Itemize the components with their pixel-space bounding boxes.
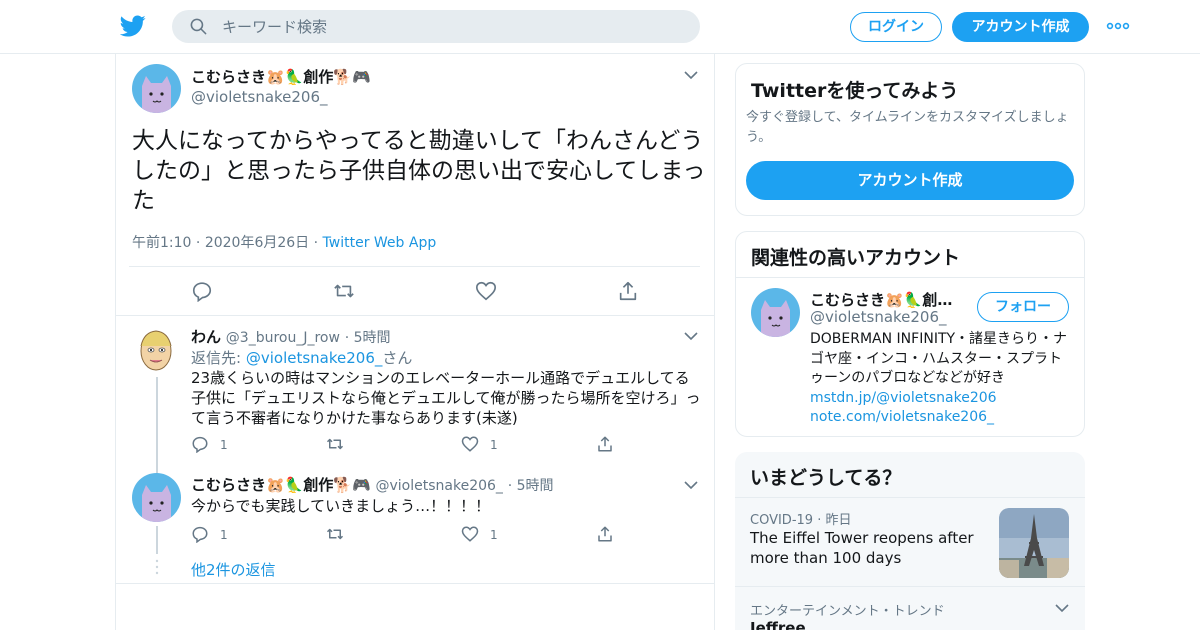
thread-line bbox=[156, 526, 158, 554]
share-icon[interactable] bbox=[617, 280, 639, 302]
retweet-icon[interactable] bbox=[333, 280, 355, 302]
like-icon bbox=[461, 436, 479, 452]
cat-avatar-icon bbox=[751, 288, 800, 337]
promo-title: Twitterを使ってみよう bbox=[751, 80, 959, 102]
search-input[interactable] bbox=[222, 10, 682, 43]
related-accounts-card: 関連性の高いアカウント こむらさき🐹🦜創… @violetsnake206_ フ… bbox=[735, 231, 1085, 437]
cat-avatar-icon bbox=[132, 473, 181, 522]
avatar[interactable] bbox=[751, 288, 800, 337]
retweet-icon bbox=[326, 528, 344, 540]
top-nav-bar: ログイン アカウント作成 bbox=[0, 0, 1200, 54]
chevron-down-icon[interactable] bbox=[684, 70, 698, 80]
reply-button[interactable]: 1 bbox=[191, 525, 251, 545]
chevron-down-icon[interactable] bbox=[684, 480, 698, 490]
thread-dots-icon bbox=[155, 559, 159, 575]
reply-icon bbox=[192, 526, 208, 543]
reply-author-handle[interactable]: @3_burou_J_row bbox=[226, 330, 340, 346]
avatar[interactable] bbox=[132, 473, 181, 522]
tweet-meta: 午前1:10 · 2020年6月26日 · Twitter Web App bbox=[132, 235, 437, 251]
trends-card: いまどうしてる？ COVID-19 · 昨日 The Eiffel Tower … bbox=[735, 452, 1085, 630]
reply-header: わん @3_burou_J_row · 5時間 bbox=[191, 328, 391, 346]
share-button[interactable] bbox=[596, 525, 620, 545]
face-avatar-icon bbox=[132, 326, 181, 375]
bio-link-mastodon[interactable]: mstdn.jp/@violetsnake206 bbox=[810, 390, 997, 406]
like-count: 1 bbox=[490, 438, 498, 452]
tweet-source[interactable]: Twitter Web App bbox=[323, 235, 437, 251]
reply-icon[interactable] bbox=[191, 280, 213, 302]
trend-item[interactable]: COVID-19 · 昨日 The Eiffel Tower reopens a… bbox=[735, 498, 1085, 586]
reply-author-name[interactable]: こむらさき🐹🦜創作🐕🎮 bbox=[191, 476, 371, 494]
chevron-down-icon[interactable] bbox=[1055, 603, 1069, 613]
divider bbox=[129, 266, 700, 267]
share-button[interactable] bbox=[596, 435, 620, 455]
reply-to-suffix: さん bbox=[382, 349, 413, 367]
signup-promo-card: Twitterを使ってみよう 今すぐ登録して、タイムラインをカスタマイズしましょ… bbox=[735, 63, 1085, 216]
trend-title: The Eiffel Tower reopens after more than… bbox=[750, 529, 974, 567]
retweet-button[interactable] bbox=[326, 525, 386, 545]
promo-description: 今すぐ登録して、タイムラインをカスタマイズしましょう。 bbox=[746, 110, 1069, 145]
reply-header: こむらさき🐹🦜創作🐕🎮 @violetsnake206_ · 5時間 bbox=[191, 476, 554, 494]
more-icon[interactable] bbox=[1106, 18, 1130, 34]
trend-category: COVID-19 · 昨日 bbox=[750, 513, 852, 528]
related-account-bio: DOBERMAN INFINITY・諸星きらり・ナゴヤ座・インコ・ハムスター・ス… bbox=[810, 330, 1072, 428]
separator bbox=[116, 315, 714, 316]
tweet-text: 大人になってからやってると勘違いして「わんさんどうしたの」と思ったら子供自体の思… bbox=[132, 128, 706, 214]
bio-link-note[interactable]: note.com/violetsnake206_ bbox=[810, 409, 994, 425]
signup-button[interactable]: アカウント作成 bbox=[952, 12, 1089, 42]
tweet-time[interactable]: 午前1:10 bbox=[132, 235, 191, 251]
reply-text: 今からでも実践していきましょう…！！！！ bbox=[191, 497, 491, 515]
trend-title: Jeffree bbox=[750, 619, 806, 630]
twitter-bird-icon[interactable] bbox=[120, 13, 146, 39]
avatar[interactable] bbox=[132, 326, 181, 375]
tweet-author-name[interactable]: こむらさき🐹🦜創作🐕🎮 bbox=[191, 66, 371, 87]
search-box[interactable] bbox=[172, 10, 700, 43]
like-icon bbox=[461, 526, 479, 542]
reply-count: 1 bbox=[220, 438, 228, 452]
tweet-date[interactable]: 2020年6月26日 bbox=[205, 235, 309, 251]
trends-title: いまどうしてる？ bbox=[750, 467, 902, 489]
follow-button[interactable]: フォロー bbox=[977, 292, 1069, 322]
related-account-handle[interactable]: @violetsnake206_ bbox=[810, 308, 947, 326]
retweet-button[interactable] bbox=[326, 435, 386, 455]
trend-item[interactable]: エンターテインメント・トレンド Jeffree bbox=[735, 587, 1085, 630]
reply-icon bbox=[192, 436, 208, 453]
cat-avatar-icon bbox=[132, 64, 181, 113]
reply-to-prefix: 返信先: bbox=[191, 349, 242, 367]
reply-author-name[interactable]: わん bbox=[191, 328, 221, 346]
tweet-author-handle[interactable]: @violetsnake206_ bbox=[191, 88, 328, 106]
reply-to-line: 返信先: @violetsnake206_さん bbox=[191, 347, 412, 368]
like-icon[interactable] bbox=[475, 280, 497, 302]
retweet-icon bbox=[326, 438, 344, 450]
reply-time[interactable]: 5時間 bbox=[517, 478, 554, 494]
like-button[interactable]: 1 bbox=[461, 435, 521, 455]
reply-button[interactable]: 1 bbox=[191, 435, 251, 455]
separator bbox=[116, 583, 714, 584]
reply-count: 1 bbox=[220, 528, 228, 542]
reply-text: 23歳くらいの時はマンションのエレベーターホール通路でデュエルしてる子供に「デュ… bbox=[191, 369, 701, 427]
search-icon bbox=[190, 18, 207, 35]
more-replies-link[interactable]: 他2件の返信 bbox=[191, 559, 276, 580]
related-title: 関連性の高いアカウント bbox=[751, 247, 961, 269]
reply-to-handle[interactable]: @violetsnake206_ bbox=[246, 349, 383, 367]
like-button[interactable]: 1 bbox=[461, 525, 521, 545]
trend-category: エンターテインメント・トレンド bbox=[750, 604, 945, 619]
related-account-name[interactable]: こむらさき🐹🦜創… bbox=[810, 289, 952, 310]
divider bbox=[736, 277, 1084, 278]
share-icon bbox=[598, 526, 612, 542]
login-button[interactable]: ログイン bbox=[850, 12, 942, 42]
main-column: こむらさき🐹🦜創作🐕🎮 @violetsnake206_ 大人になってからやって… bbox=[115, 54, 715, 630]
bio-text: DOBERMAN INFINITY・諸星きらり・ナゴヤ座・インコ・ハムスター・ス… bbox=[810, 331, 1068, 386]
reply-author-handle[interactable]: @violetsnake206_ bbox=[376, 478, 503, 494]
avatar[interactable] bbox=[132, 64, 181, 113]
share-icon bbox=[598, 436, 612, 452]
chevron-down-icon[interactable] bbox=[684, 331, 698, 341]
reply-time[interactable]: 5時間 bbox=[354, 330, 391, 346]
like-count: 1 bbox=[490, 528, 498, 542]
promo-signup-button[interactable]: アカウント作成 bbox=[746, 161, 1074, 200]
eiffel-tower-thumbnail bbox=[999, 508, 1069, 578]
